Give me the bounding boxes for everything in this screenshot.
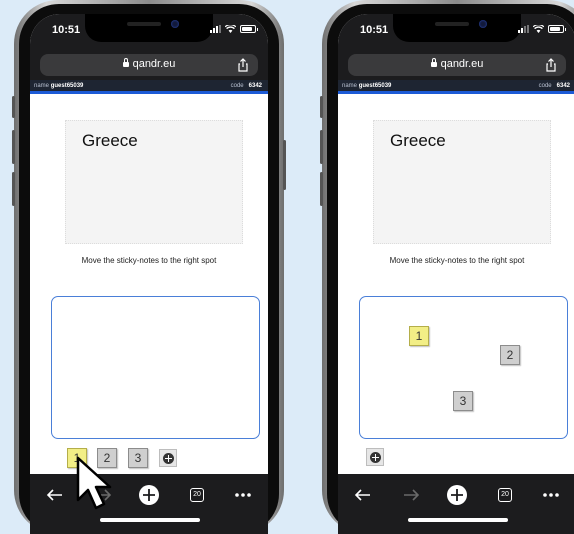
url-text: qandr.eu: [132, 58, 176, 70]
url-text-wrap: qandr.eu: [40, 58, 258, 70]
share-icon[interactable]: [544, 58, 558, 72]
more-icon[interactable]: [538, 482, 564, 508]
phone-screen: 10:51 qandr.eu name guest65039 code 6342…: [30, 14, 268, 534]
session-name: name guest65039: [34, 83, 83, 89]
session-bar: name guest65039 code 6342: [30, 80, 268, 94]
browser-address-area: qandr.eu: [338, 52, 574, 80]
sticky-note-3[interactable]: 3: [453, 391, 473, 411]
cellular-signal-icon: [210, 25, 221, 33]
back-icon[interactable]: [350, 482, 376, 508]
session-bar: name guest65039 code 6342: [338, 80, 574, 94]
share-icon[interactable]: [236, 58, 250, 72]
session-name-label: name: [34, 83, 50, 89]
question-card: Greece: [373, 120, 551, 244]
new-tab-icon[interactable]: [136, 482, 162, 508]
question-card: Greece: [65, 120, 243, 244]
url-text: qandr.eu: [440, 58, 484, 70]
notch: [85, 14, 213, 42]
browser-toolbar: 20: [338, 474, 574, 534]
volume-up-button: [320, 130, 323, 164]
session-name: name guest65039: [342, 83, 391, 89]
add-note-icon: [369, 451, 381, 463]
phone-left: 10:51 qandr.eu name guest65039 code 6342…: [12, 0, 286, 534]
browser-toolbar: 20: [30, 474, 268, 534]
notch: [393, 14, 521, 42]
volume-up-button: [12, 130, 15, 164]
battery-icon: [548, 25, 566, 33]
volume-down-button: [12, 172, 15, 206]
mute-switch: [320, 96, 323, 118]
lock-icon: [122, 58, 129, 67]
instruction-text: Move the sticky-notes to the right spot: [81, 256, 217, 265]
pointer-cursor-icon: [76, 456, 112, 510]
address-bar[interactable]: qandr.eu: [40, 54, 258, 76]
status-icons: [210, 25, 258, 33]
session-code-value: 6342: [248, 83, 262, 89]
url-text-wrap: qandr.eu: [348, 58, 566, 70]
session-name-label: name: [342, 83, 358, 89]
session-code-label: code: [538, 83, 552, 89]
sticky-note-3[interactable]: 3: [128, 448, 148, 468]
status-time: 10:51: [360, 24, 389, 36]
tabs-button[interactable]: 20: [184, 482, 210, 508]
status-time: 10:51: [52, 24, 81, 36]
volume-down-button: [320, 172, 323, 206]
session-code: code 6342: [231, 83, 262, 89]
add-note-button[interactable]: [159, 449, 177, 467]
home-indicator: [100, 518, 200, 522]
session-name-value: guest65039: [50, 83, 84, 89]
add-note-icon: [162, 452, 174, 464]
drop-zone[interactable]: [359, 296, 568, 439]
battery-icon: [240, 25, 258, 33]
wifi-icon: [225, 25, 236, 33]
new-tab-icon[interactable]: [444, 482, 470, 508]
add-note-button[interactable]: [366, 448, 384, 466]
browser-address-area: qandr.eu: [30, 52, 268, 80]
status-bar: 10:51: [338, 14, 574, 52]
session-code: code 6342: [539, 83, 570, 89]
tabs-button[interactable]: 20: [492, 482, 518, 508]
drop-zone[interactable]: [51, 296, 260, 439]
forward-icon[interactable]: [398, 482, 424, 508]
power-button: [283, 140, 286, 190]
card-title: Greece: [82, 131, 138, 150]
phone-screen: 10:51 qandr.eu name guest65039 code 6342…: [338, 14, 574, 534]
session-code-value: 6342: [556, 83, 570, 89]
status-bar: 10:51: [30, 14, 268, 52]
session-name-value: guest65039: [358, 83, 392, 89]
cellular-signal-icon: [518, 25, 529, 33]
wifi-icon: [533, 25, 544, 33]
card-title: Greece: [390, 131, 446, 150]
back-icon[interactable]: [42, 482, 68, 508]
mute-switch: [12, 96, 15, 118]
tabs-icon: 20: [190, 488, 204, 502]
session-code-label: code: [230, 83, 244, 89]
home-indicator: [408, 518, 508, 522]
tabs-icon: 20: [498, 488, 512, 502]
status-icons: [518, 25, 566, 33]
sticky-note-1[interactable]: 1: [409, 326, 429, 346]
lock-icon: [430, 58, 437, 67]
instruction-text: Move the sticky-notes to the right spot: [389, 256, 525, 265]
phone-right: 10:51 qandr.eu name guest65039 code 6342…: [320, 0, 574, 534]
sticky-note-2[interactable]: 2: [500, 345, 520, 365]
address-bar[interactable]: qandr.eu: [348, 54, 566, 76]
more-icon[interactable]: [230, 482, 256, 508]
